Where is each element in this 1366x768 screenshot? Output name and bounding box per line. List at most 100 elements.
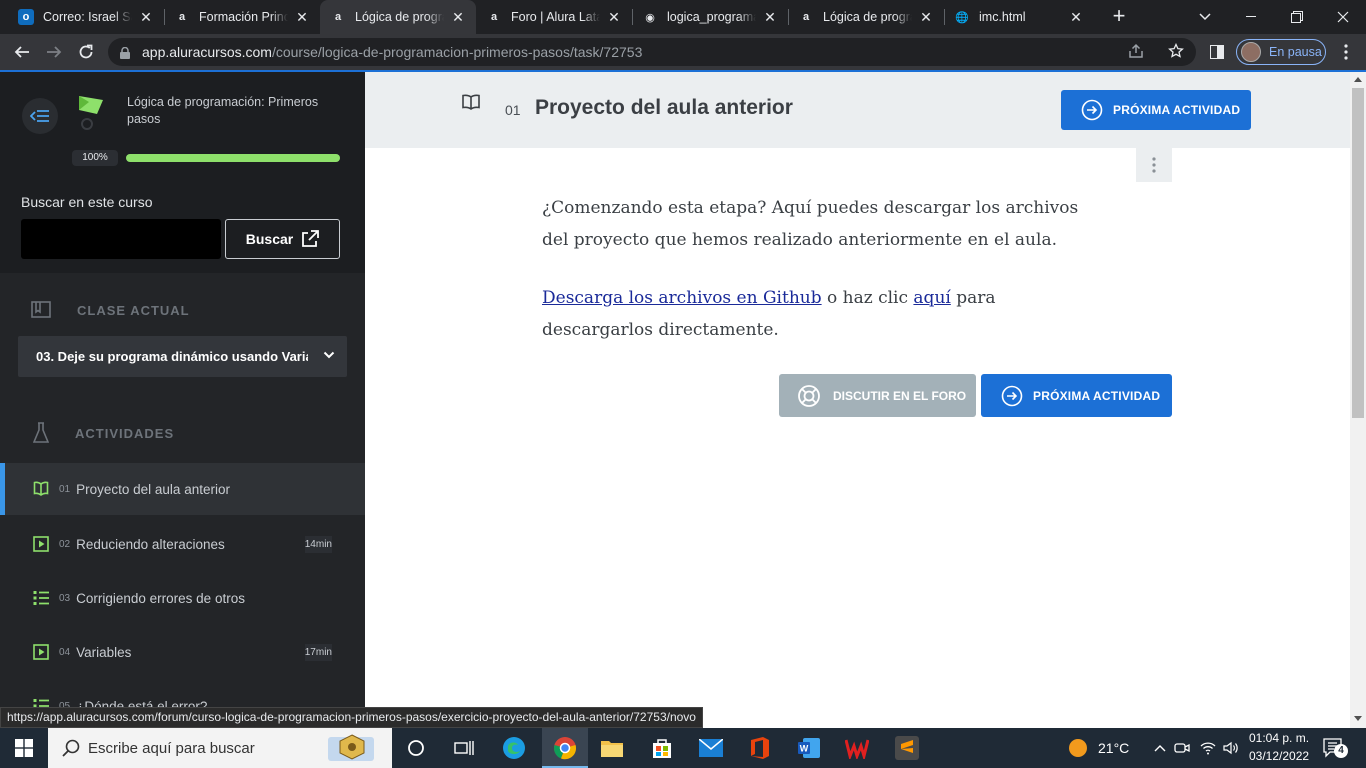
progress-percent: 100% [72, 150, 118, 166]
url-path: /course/logica-de-programacion-primeros-… [271, 44, 643, 60]
activity-duration: 14min [304, 535, 332, 553]
close-tab-icon[interactable]: ✕ [606, 9, 622, 26]
share-icon[interactable] [1128, 43, 1144, 62]
github-icon: ◉ [645, 11, 655, 24]
office-icon[interactable] [748, 736, 772, 760]
next-activity-button-top[interactable]: PRÓXIMA ACTIVIDAD [1061, 90, 1251, 130]
word-icon[interactable]: W [797, 736, 821, 760]
file-explorer-icon[interactable] [600, 736, 624, 760]
edge-icon[interactable] [502, 736, 526, 760]
close-tab-icon[interactable]: ✕ [918, 9, 934, 26]
notifications-icon[interactable]: 4 [1322, 736, 1348, 760]
close-window-button[interactable] [1320, 0, 1366, 34]
status-bar-url: https://app.aluracursos.com/forum/curso-… [0, 707, 703, 728]
new-tab-button[interactable]: + [1108, 5, 1130, 28]
search-highlight-icon [328, 734, 374, 761]
tab-separator [944, 9, 945, 25]
direct-download-link[interactable]: aquí [913, 288, 950, 308]
minimize-button[interactable] [1228, 0, 1274, 34]
close-tab-icon[interactable]: ✕ [450, 9, 466, 26]
activity-item[interactable]: 03 Corrigiendo errores de otros [0, 572, 365, 624]
taskbar-search-input[interactable]: Escribe aquí para buscar [48, 728, 392, 768]
download-paragraph: Descarga los archivos en Github o haz cl… [542, 288, 996, 340]
video-icon [33, 644, 49, 660]
wps-office-icon[interactable] [845, 736, 869, 760]
windows-start-icon[interactable] [12, 736, 36, 760]
reload-button[interactable] [74, 40, 98, 64]
windows-taskbar: Escribe aquí para buscar W 21°C 01:04 p.… [0, 728, 1366, 768]
activity-label: Variables [76, 644, 132, 660]
taskbar-search-placeholder: Escribe aquí para buscar [88, 739, 255, 757]
meet-now-icon[interactable] [1170, 736, 1194, 760]
book-icon [33, 481, 49, 497]
chrome-icon[interactable] [553, 736, 577, 760]
intro-paragraph: ¿Comenzando esta etapa? Aquí puedes desc… [542, 198, 1079, 250]
tab-title: Foro | Alura Latam [511, 10, 600, 24]
sidebar-toggle-icon[interactable] [1205, 40, 1229, 64]
back-to-course-button[interactable] [22, 98, 58, 134]
tab-separator [632, 9, 633, 25]
activity-label: Corrigiendo errores de otros [76, 590, 245, 606]
activity-item[interactable]: 01 Proyecto del aula anterior [0, 463, 365, 515]
scroll-thumb[interactable] [1352, 88, 1364, 418]
progress-bar-fill [126, 154, 340, 162]
browser-tab-7[interactable]: 🌐 imc.html ✕ [944, 0, 1094, 34]
volume-icon[interactable] [1219, 736, 1243, 760]
search-label: Buscar en este curso [21, 194, 153, 210]
tab-search-button[interactable] [1182, 0, 1228, 34]
back-button[interactable] [10, 40, 34, 64]
search-button-label: Buscar [245, 231, 294, 247]
task-header: 01 Proyecto del aula anterior PRÓXIMA AC… [365, 72, 1350, 148]
tab-title: Formación Principiante [199, 10, 288, 24]
store-icon[interactable] [650, 736, 674, 760]
browser-tab-1[interactable]: o Correo: Israel Sánchez ✕ [8, 0, 164, 34]
restore-button[interactable] [1274, 0, 1320, 34]
mail-icon[interactable] [699, 736, 723, 760]
current-class-heading: CLASE ACTUAL [30, 300, 190, 320]
course-title[interactable]: Lógica de programación: Primeros pasos [127, 94, 347, 128]
weather-sun-icon[interactable] [1066, 736, 1090, 760]
task-view-icon[interactable] [452, 736, 476, 760]
more-options-button[interactable] [1136, 148, 1172, 182]
profile-paused-button[interactable]: En pausa [1236, 39, 1326, 65]
alura-icon: a [178, 11, 186, 23]
address-bar[interactable]: app.aluracursos.com/course/logica-de-pro… [108, 38, 1196, 66]
github-download-link[interactable]: Descarga los archivos en Github [542, 288, 822, 308]
course-search-input[interactable] [21, 219, 221, 259]
close-tab-icon[interactable]: ✕ [294, 9, 310, 26]
sublime-text-icon[interactable] [895, 736, 919, 760]
outlook-icon: o [18, 9, 34, 25]
activity-item[interactable]: 02 Reduciendo alteraciones 14min [0, 518, 365, 570]
task-view-circle-icon[interactable] [404, 736, 428, 760]
book-icon [462, 94, 480, 115]
forward-button[interactable] [42, 40, 66, 64]
browser-tab-4[interactable]: a Foro | Alura Latam ✕ [476, 0, 632, 34]
close-tab-icon[interactable]: ✕ [1068, 9, 1084, 26]
bookmark-star-icon[interactable] [1168, 42, 1184, 62]
page-scrollbar[interactable] [1350, 72, 1366, 728]
wifi-icon[interactable] [1196, 736, 1220, 760]
avatar [1241, 42, 1261, 62]
close-tab-icon[interactable]: ✕ [138, 9, 154, 26]
next-activity-button-bottom[interactable]: PRÓXIMA ACTIVIDAD [981, 374, 1172, 417]
globe-icon: 🌐 [955, 11, 969, 24]
close-tab-icon[interactable]: ✕ [762, 9, 778, 26]
alura-icon: a [802, 11, 810, 23]
clock-date[interactable]: 03/12/2022 [1249, 749, 1309, 763]
browser-menu-icon[interactable] [1334, 40, 1358, 64]
discuss-forum-button[interactable]: DISCUTIR EN EL FORO [779, 374, 976, 417]
browser-tab-3[interactable]: a Lógica de programación ✕ [320, 0, 476, 34]
alura-icon: a [490, 11, 498, 23]
weather-temperature[interactable]: 21°C [1098, 740, 1129, 756]
tray-chevron-up-icon[interactable] [1148, 736, 1172, 760]
activity-item[interactable]: 04 Variables 17min [0, 626, 365, 678]
search-button[interactable]: Buscar [225, 219, 340, 259]
browser-tab-5[interactable]: ◉ logica_programacion ✕ [632, 0, 788, 34]
clock-time[interactable]: 01:04 p. m. [1249, 731, 1309, 745]
notification-count: 4 [1334, 744, 1348, 758]
current-class-select[interactable]: 03. Deje su programa dinámico usando Var… [18, 336, 347, 377]
browser-tab-6[interactable]: a Lógica de programación ✕ [788, 0, 944, 34]
lock-icon [120, 46, 130, 62]
browser-toolbar: app.aluracursos.com/course/logica-de-pro… [0, 34, 1366, 70]
browser-tab-2[interactable]: a Formación Principiante ✕ [164, 0, 320, 34]
